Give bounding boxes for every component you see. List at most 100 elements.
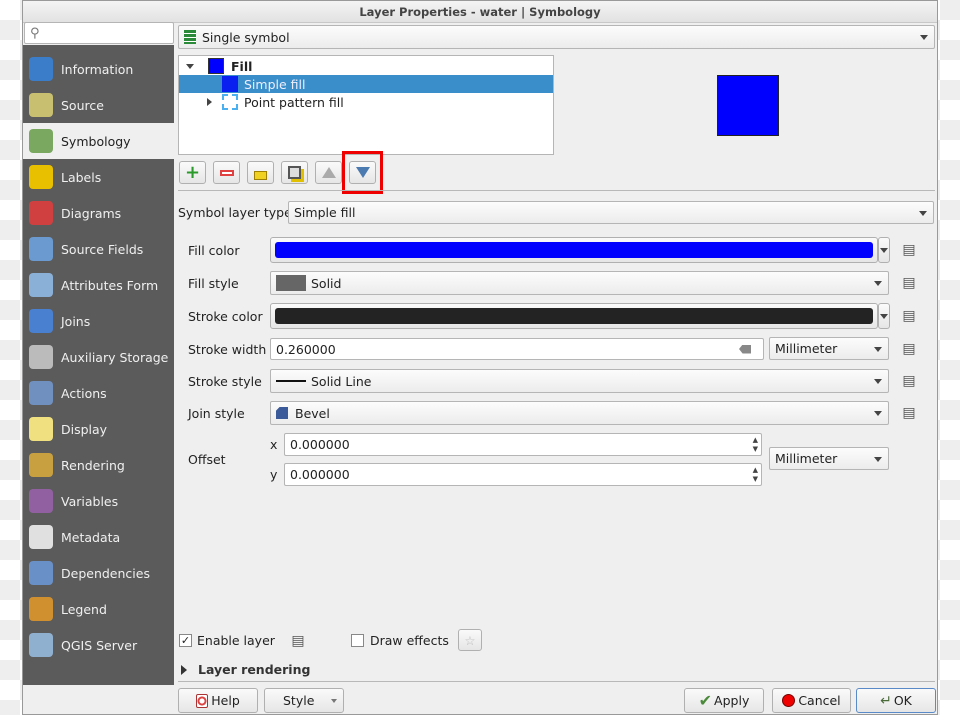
renderer-select[interactable]: Single symbol [178, 25, 935, 49]
sidebar-item-label: Legend [61, 601, 107, 617]
sidebar-item-actions[interactable]: Actions [23, 375, 174, 411]
data-defined-override-icon[interactable]: ▤ [288, 630, 308, 652]
help-label: Help [211, 693, 240, 708]
sidebar-item-label: Variables [61, 493, 119, 509]
sidebar-item-label: Dependencies [61, 565, 150, 581]
stroke-color-label: Stroke color [188, 309, 263, 324]
sidebar-item-label: Source [61, 97, 104, 113]
sidebar-item-label: Labels [61, 169, 102, 185]
data-defined-override-icon[interactable]: ▤ [899, 370, 919, 392]
fill-color-dropdown[interactable] [878, 237, 890, 263]
dependencies-icon [29, 561, 53, 585]
symbol-layer-type-value: Simple fill [294, 205, 356, 220]
search-icon: ⚲ [30, 25, 40, 41]
data-defined-override-icon[interactable]: ▤ [899, 402, 919, 424]
effects-settings-button[interactable]: ☆ [458, 629, 482, 651]
solid-fill-icon [276, 275, 306, 291]
sidebar-item-auxiliary-storage[interactable]: Auxiliary Storage [23, 339, 174, 375]
expand-arrow-icon[interactable] [207, 98, 212, 106]
data-defined-override-icon[interactable]: ▤ [899, 272, 919, 294]
legend-icon [29, 597, 53, 621]
sidebar-item-dependencies[interactable]: Dependencies [23, 555, 174, 591]
lock-layer-button[interactable] [247, 161, 274, 184]
search-input[interactable]: ⚲ [24, 22, 174, 44]
fill-swatch [208, 58, 224, 74]
sidebar-item-symbology[interactable]: Symbology [23, 123, 174, 159]
sidebar-item-source-fields[interactable]: Source Fields [23, 231, 174, 267]
stroke-width-unit-select[interactable]: Millimeter [769, 337, 889, 360]
sidebar-item-attributes-form[interactable]: Attributes Form [23, 267, 174, 303]
epsilon-icon [29, 489, 53, 513]
apply-button[interactable]: ✔ Apply [684, 688, 764, 713]
stroke-color-swatch [275, 308, 873, 324]
fill-color-button[interactable] [270, 237, 878, 263]
spinner-icon[interactable]: ▲ ▼ [753, 466, 758, 484]
divider [178, 681, 935, 682]
diagram-icon [29, 201, 53, 225]
remove-layer-button[interactable] [213, 161, 240, 184]
actions-gear-icon [29, 381, 53, 405]
clear-icon[interactable] [739, 344, 751, 354]
sidebar-item-metadata[interactable]: Metadata [23, 519, 174, 555]
sidebar-item-variables[interactable]: Variables [23, 483, 174, 519]
symbol-layer-type-label: Symbol layer type [178, 205, 292, 220]
triangle-down-icon [355, 167, 370, 178]
layer-properties-dialog: Layer Properties - water | Symbology ⚲ I… [22, 0, 938, 715]
abc-label-icon [29, 165, 53, 189]
sidebar-item-source[interactable]: Source [23, 87, 174, 123]
layer-rendering-label: Layer rendering [198, 662, 311, 677]
collapse-arrow-icon[interactable] [186, 63, 194, 69]
sidebar-item-information[interactable]: Information [23, 51, 174, 87]
add-layer-button[interactable]: + [179, 161, 206, 184]
data-defined-override-icon[interactable]: ▤ [899, 305, 919, 327]
stroke-width-input[interactable]: 0.260000 [270, 338, 764, 360]
stroke-style-label: Stroke style [188, 374, 262, 389]
join-style-select[interactable]: Bevel [270, 401, 889, 425]
data-defined-override-icon[interactable]: ▤ [899, 338, 919, 360]
symbol-layer-type-select[interactable]: Simple fill [288, 201, 934, 224]
triangle-up-icon [321, 167, 336, 178]
enable-layer-checkbox[interactable]: ✓ Enable layer [179, 633, 275, 648]
sidebar-item-legend[interactable]: Legend [23, 591, 174, 627]
ok-arrow-icon: ↵ [880, 692, 892, 709]
offset-x-input[interactable]: 0.000000 ▲ ▼ [284, 433, 762, 456]
stroke-color-button[interactable] [270, 303, 878, 329]
metadata-icon [29, 525, 53, 549]
duplicate-layer-button[interactable] [281, 161, 308, 184]
unlock-icon [254, 170, 267, 180]
sidebar-item-label: Metadata [61, 529, 121, 545]
sidebar-item-label: Rendering [61, 457, 125, 473]
help-button[interactable]: Help [178, 688, 258, 713]
sidebar-item-qgis-server[interactable]: QGIS Server [23, 627, 174, 663]
stroke-style-select[interactable]: Solid Line [270, 369, 889, 393]
sidebar-item-label: QGIS Server [61, 637, 138, 653]
offset-y-input[interactable]: 0.000000 ▲ ▼ [284, 463, 762, 486]
info-icon [29, 57, 53, 81]
form-icon [29, 273, 53, 297]
sidebar-item-display[interactable]: Display [23, 411, 174, 447]
window-title: Layer Properties - water | Symbology [23, 1, 937, 23]
expand-arrow-icon [181, 664, 187, 675]
layer-rendering-toggle[interactable]: Layer rendering [181, 662, 310, 677]
sidebar-item-joins[interactable]: Joins [23, 303, 174, 339]
offset-unit-select[interactable]: Millimeter [769, 447, 889, 470]
sidebar-item-diagrams[interactable]: Diagrams [23, 195, 174, 231]
solid-line-icon [276, 380, 306, 382]
sidebar-item-labels[interactable]: Labels [23, 159, 174, 195]
stroke-color-dropdown[interactable] [878, 303, 890, 329]
cancel-button[interactable]: Cancel [772, 688, 851, 713]
move-down-button[interactable] [349, 161, 376, 184]
tree-item-point-pattern-fill[interactable]: Point pattern fill [179, 93, 553, 111]
tree-item-simple-fill[interactable]: Simple fill [179, 75, 553, 93]
sidebar-item-rendering[interactable]: Rendering [23, 447, 174, 483]
style-button[interactable]: Style [264, 688, 344, 713]
data-defined-override-icon[interactable]: ▤ [899, 239, 919, 261]
move-up-button[interactable] [315, 161, 342, 184]
spinner-icon[interactable]: ▲ ▼ [753, 436, 758, 454]
ok-button[interactable]: ↵ OK [856, 688, 936, 713]
draw-effects-checkbox[interactable]: Draw effects [351, 633, 449, 648]
fill-style-label: Fill style [188, 276, 239, 291]
tree-root-fill[interactable]: Fill [179, 57, 553, 75]
fill-style-value: Solid [311, 275, 342, 291]
fill-style-select[interactable]: Solid [270, 271, 889, 295]
